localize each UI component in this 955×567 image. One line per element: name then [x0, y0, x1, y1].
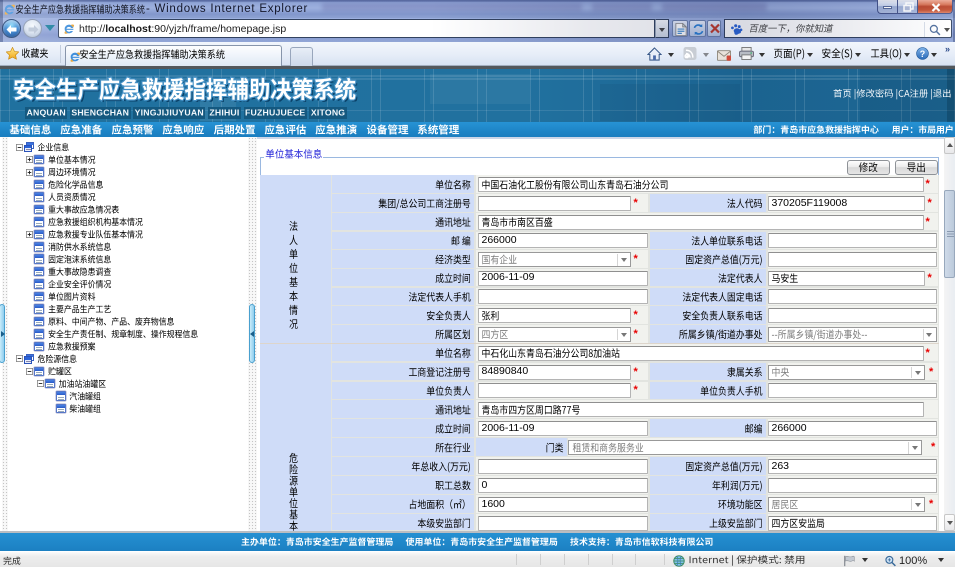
- svg-text:?: ?: [919, 48, 924, 58]
